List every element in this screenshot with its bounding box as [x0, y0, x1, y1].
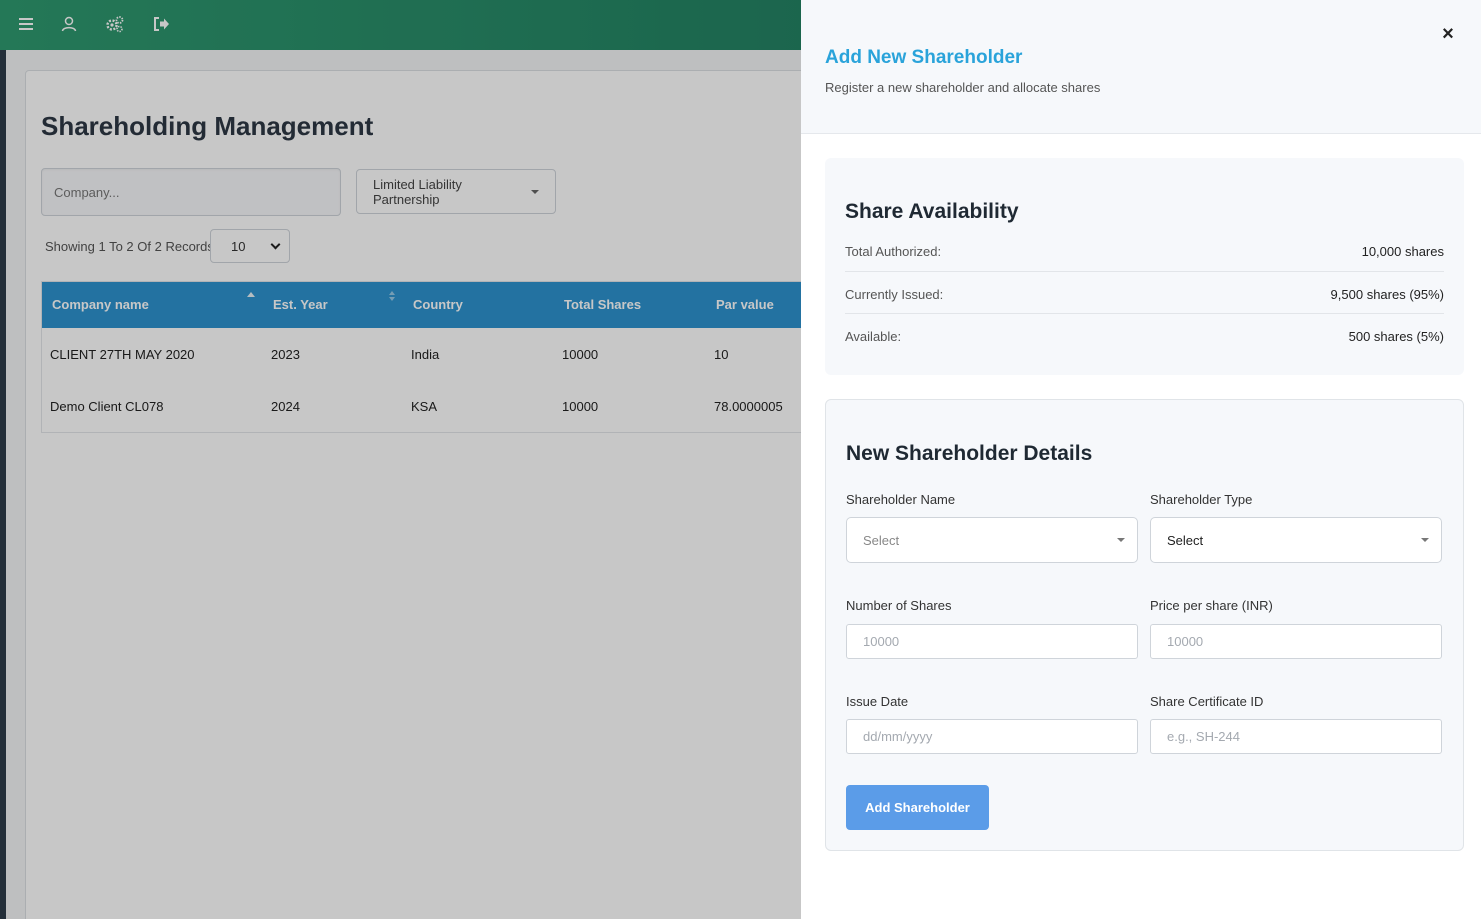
shareholder-type-label: Shareholder Type [1150, 492, 1253, 507]
availability-title: Share Availability [845, 200, 1019, 223]
panel-title: Add New Shareholder [825, 47, 1023, 68]
number-of-shares-input[interactable] [846, 624, 1138, 659]
share-certificate-label: Share Certificate ID [1150, 694, 1264, 709]
add-shareholder-button[interactable]: Add Shareholder [846, 785, 989, 830]
caret-down-icon [1421, 538, 1429, 542]
shareholder-type-value: Select [1167, 532, 1204, 548]
availability-label: Total Authorized: [845, 243, 942, 259]
issue-date-input[interactable] [846, 719, 1138, 754]
divider [845, 313, 1444, 314]
availability-label: Available: [845, 328, 902, 344]
panel-header: Add New Shareholder Register a new share… [801, 0, 1481, 134]
divider [845, 271, 1444, 272]
form-title: New Shareholder Details [846, 442, 1093, 465]
share-availability-card: Share Availability Total Authorized: 10,… [825, 158, 1464, 375]
price-per-share-label: Price per share (INR) [1150, 598, 1273, 613]
share-certificate-input[interactable] [1150, 719, 1442, 754]
availability-value: 500 shares (5%) [1348, 328, 1444, 344]
availability-label: Currently Issued: [845, 286, 944, 302]
availability-value: 9,500 shares (95%) [1330, 286, 1444, 302]
modal-backdrop[interactable] [0, 0, 801, 919]
price-per-share-input[interactable] [1150, 624, 1442, 659]
shareholder-type-select[interactable]: Select [1150, 517, 1442, 563]
availability-value: 10,000 shares [1361, 243, 1444, 259]
shareholder-name-label: Shareholder Name [846, 492, 956, 507]
panel-subtitle: Register a new shareholder and allocate … [825, 80, 1101, 95]
shareholder-name-value: Select [863, 532, 900, 548]
add-shareholder-panel: Add New Shareholder Register a new share… [801, 0, 1481, 919]
issue-date-label: Issue Date [846, 694, 909, 709]
availability-row-total: Total Authorized: 10,000 shares [845, 230, 1444, 272]
availability-row-available: Available: 500 shares (5%) [845, 315, 1444, 357]
shareholder-name-select[interactable]: Select [846, 517, 1138, 563]
availability-row-issued: Currently Issued: 9,500 shares (95%) [845, 273, 1444, 315]
close-icon[interactable]: × [1438, 23, 1458, 45]
number-of-shares-label: Number of Shares [846, 598, 952, 613]
shareholder-details-form: New Shareholder Details Shareholder Name… [825, 399, 1464, 851]
caret-down-icon [1117, 538, 1125, 542]
